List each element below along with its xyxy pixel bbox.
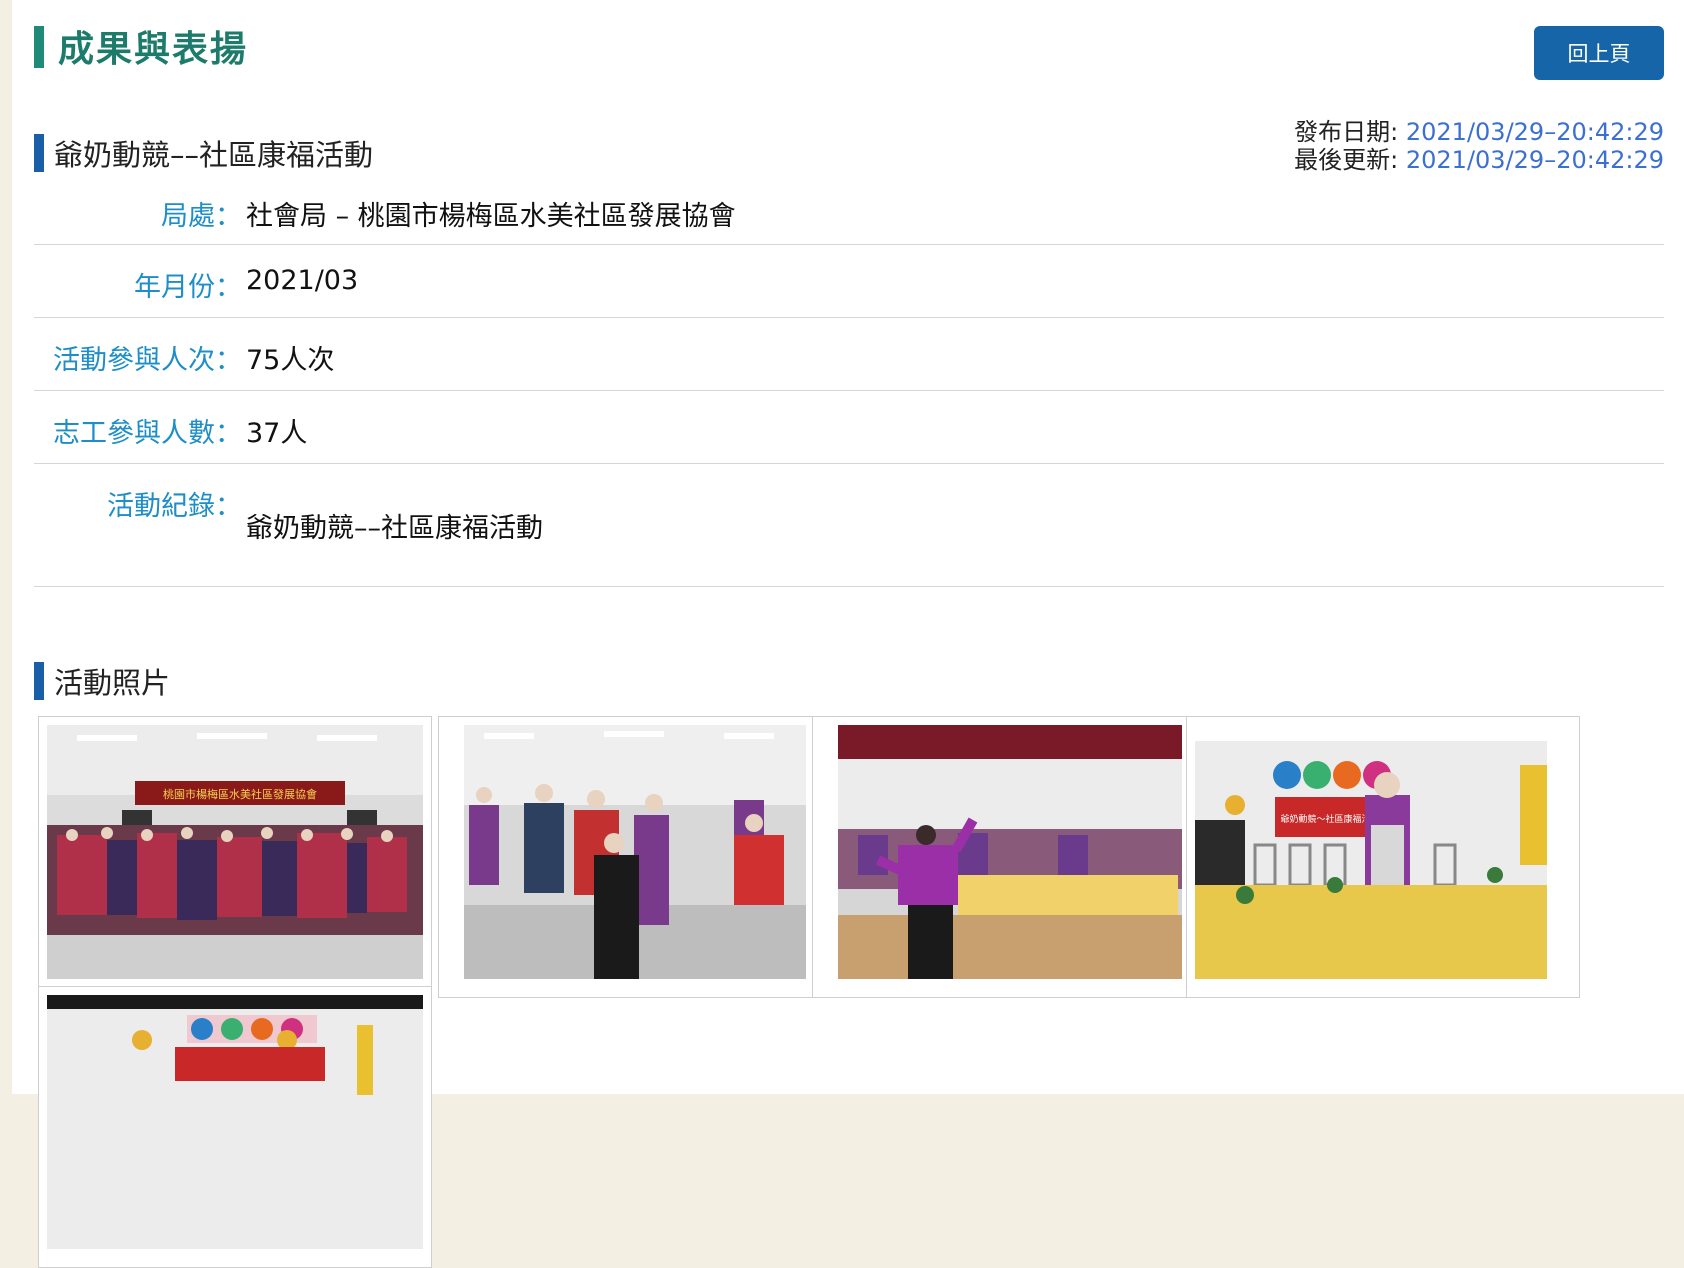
page-header: 成果與表揚 回上頁 <box>34 20 1664 80</box>
photo-thumbnail-2[interactable] <box>438 716 832 998</box>
record-label: 活動紀錄： <box>107 491 242 522</box>
agency-label: 局處： <box>161 201 242 232</box>
photo-exercise-closeup <box>464 725 806 979</box>
record-value: 爺奶動競––社區康福活動 <box>246 513 543 544</box>
photo-group: 桃園市楊梅區水美社區發展協會 <box>47 725 423 979</box>
info-row-participants: 活動參與人次： 75人次 <box>34 318 1664 391</box>
photo-exercise-stretch <box>838 725 1182 979</box>
group-banner-text: 桃園市楊梅區水美社區發展協會 <box>163 787 317 801</box>
updated-label: 最後更新: <box>1294 146 1399 174</box>
published-line: 發布日期: 2021/03/29–20:42:29 <box>1294 118 1664 146</box>
month-label: 年月份： <box>134 272 242 303</box>
month-value: 2021/03 <box>246 265 359 296</box>
publish-dates: 發布日期: 2021/03/29–20:42:29 最後更新: 2021/03/… <box>1294 118 1664 174</box>
info-table: 局處： 社會局 – 桃園市楊梅區水美社區發展協會 年月份： 2021/03 活動… <box>34 186 1664 587</box>
photos-title-bar <box>34 662 44 700</box>
updated-line: 最後更新: 2021/03/29–20:42:29 <box>1294 146 1664 174</box>
participants-label: 活動參與人次： <box>53 345 242 376</box>
photo-stage <box>47 995 423 1249</box>
title-accent-bar <box>34 26 44 68</box>
info-row-volunteers: 志工參與人數： 37人 <box>34 391 1664 464</box>
volunteers-label: 志工參與人數： <box>53 418 242 449</box>
photo-thumbnail-3[interactable] <box>812 716 1206 998</box>
photo-speaker: 爺奶動競〜社區康福活動 <box>1195 725 1547 979</box>
published-label: 發布日期: <box>1294 118 1399 146</box>
info-row-month: 年月份： 2021/03 <box>34 245 1664 318</box>
participants-value: 75人次 <box>246 345 335 376</box>
article-header: 爺奶動競––社區康福活動 發布日期: 2021/03/29–20:42:29 最… <box>34 112 1664 174</box>
page-title: 成果與表揚 <box>58 29 249 70</box>
speaker-sign-text: 爺奶動競〜社區康福活動 <box>1280 813 1379 825</box>
photo-thumbnail-4[interactable]: 爺奶動競〜社區康福活動 <box>1186 716 1580 998</box>
photos-title: 活動照片 <box>54 666 171 700</box>
article-title-bar <box>34 134 44 172</box>
agency-value: 社會局 – 桃園市楊梅區水美社區發展協會 <box>246 201 736 232</box>
info-row-record: 活動紀錄： 爺奶動競––社區康福活動 <box>34 464 1664 587</box>
published-value: 2021/03/29–20:42:29 <box>1405 118 1664 146</box>
back-button[interactable]: 回上頁 <box>1534 26 1664 80</box>
info-row-agency: 局處： 社會局 – 桃園市楊梅區水美社區發展協會 <box>34 186 1664 245</box>
photos-header: 活動照片 <box>34 656 1664 706</box>
photo-thumbnail-1[interactable]: 桃園市楊梅區水美社區發展協會 <box>38 716 432 998</box>
volunteers-value: 37人 <box>246 418 308 449</box>
article-title: 爺奶動競––社區康福活動 <box>54 138 374 172</box>
page-paper: 成果與表揚 回上頁 爺奶動競––社區康福活動 發布日期: 2021/03/29–… <box>12 0 1684 1268</box>
photo-thumbnail-5[interactable] <box>38 986 432 1268</box>
updated-value: 2021/03/29–20:42:29 <box>1405 146 1664 174</box>
